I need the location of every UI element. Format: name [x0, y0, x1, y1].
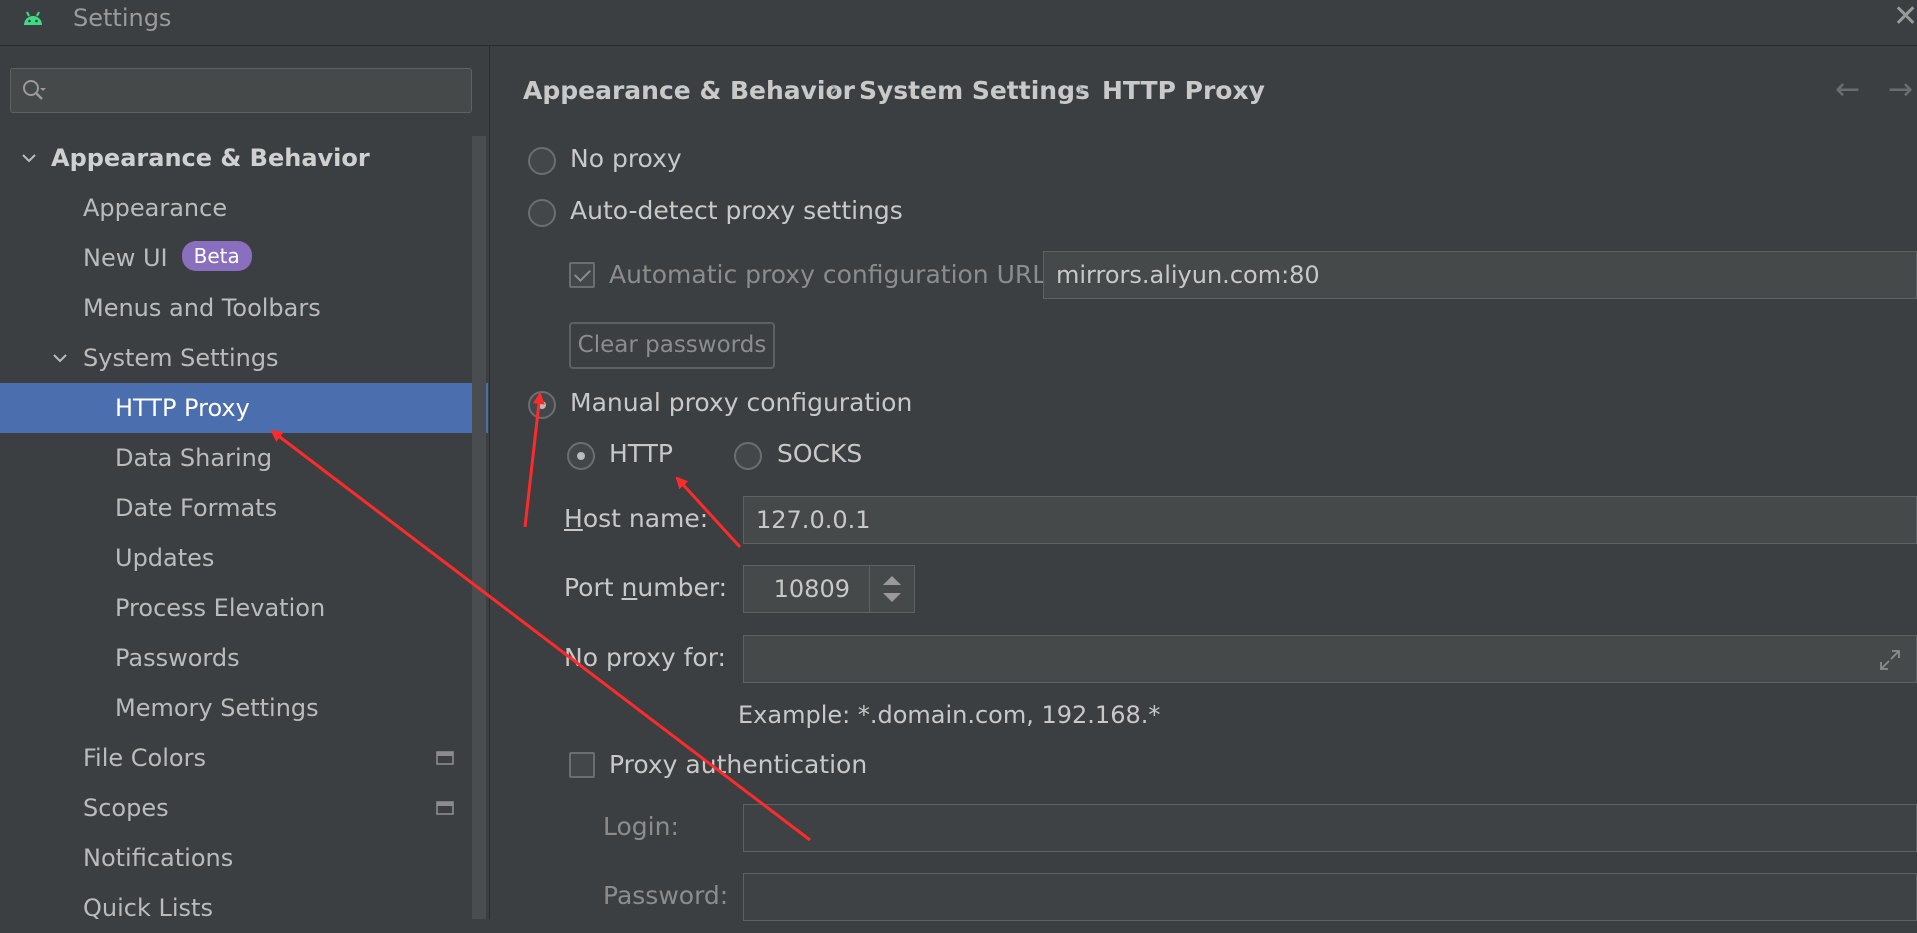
sidebar-item-label: Updates — [115, 544, 215, 572]
manual-proxy-radio[interactable] — [528, 391, 556, 419]
sidebar-item-label: Quick Lists — [83, 894, 213, 922]
manual-proxy-label: Manual proxy configuration — [570, 388, 913, 417]
no-proxy-example: Example: *.domain.com, 192.168.* — [738, 701, 1161, 729]
sidebar-item-label: HTTP Proxy — [115, 394, 250, 422]
project-level-icon — [436, 751, 454, 765]
http-label: HTTP — [609, 439, 673, 468]
port-number-value: 10809 — [773, 575, 850, 603]
close-icon[interactable]: ✕ — [1893, 2, 1917, 32]
login-label: Login: — [603, 812, 679, 841]
breadcrumb-item: HTTP Proxy — [1102, 76, 1265, 105]
forward-arrow-icon[interactable]: → — [1888, 72, 1913, 107]
sidebar-item-system-settings[interactable]: System Settings — [0, 333, 489, 383]
sidebar-item-http-proxy[interactable]: HTTP Proxy — [0, 383, 488, 433]
login-input[interactable] — [743, 804, 1917, 852]
breadcrumb-item[interactable]: Appearance & Behavior — [523, 76, 855, 105]
sidebar-item-label: Data Sharing — [115, 444, 273, 472]
sidebar-item-memory-settings[interactable]: Memory Settings — [0, 683, 489, 733]
password-label: Password: — [603, 881, 729, 910]
sidebar-item-label: Process Elevation — [115, 594, 326, 622]
expand-icon[interactable] — [1878, 648, 1902, 672]
settings-sidebar: Appearance & Behavior Appearance New UI B… — [0, 46, 490, 922]
sidebar-item-label: New UI — [83, 244, 168, 272]
back-arrow-icon[interactable]: ← — [1835, 72, 1860, 107]
sidebar-item-quick-lists[interactable]: Quick Lists — [0, 883, 489, 933]
sidebar-item-updates[interactable]: Updates — [0, 533, 489, 583]
socks-label: SOCKS — [777, 439, 863, 468]
sidebar-item-menus-toolbars[interactable]: Menus and Toolbars — [0, 283, 489, 333]
breadcrumb-item[interactable]: System Settings — [859, 76, 1090, 105]
socks-radio[interactable] — [734, 442, 762, 470]
chevron-down-icon — [53, 354, 67, 363]
search-box[interactable] — [10, 68, 472, 113]
auto-url-input[interactable]: mirrors.aliyun.com:80 — [1043, 251, 1917, 299]
sidebar-item-appearance-behavior[interactable]: Appearance & Behavior — [0, 133, 489, 183]
stepper-arrows-icon[interactable] — [869, 566, 914, 612]
password-input[interactable] — [743, 873, 1917, 921]
sidebar-item-label: Scopes — [83, 794, 169, 822]
chevron-down-icon — [22, 154, 36, 163]
android-icon — [24, 11, 42, 25]
http-proxy-panel: Appearance & Behavior › System Settings … — [490, 46, 1917, 921]
search-icon — [23, 80, 46, 100]
sidebar-item-label: System Settings — [83, 344, 279, 372]
sidebar-item-notifications[interactable]: Notifications — [0, 833, 489, 883]
clear-passwords-button[interactable]: Clear passwords — [569, 322, 775, 369]
window-title: Settings — [73, 4, 172, 32]
sidebar-item-label: Passwords — [115, 644, 240, 672]
auto-detect-label: Auto-detect proxy settings — [570, 196, 903, 225]
sidebar-item-date-formats[interactable]: Date Formats — [0, 483, 489, 533]
no-proxy-label: No proxy — [570, 144, 682, 173]
no-proxy-for-input[interactable] — [743, 635, 1917, 683]
proxy-auth-checkbox[interactable] — [569, 752, 595, 778]
sidebar-item-scopes[interactable]: Scopes — [0, 783, 489, 833]
sidebar-item-label: Appearance — [83, 194, 228, 222]
auto-url-checkbox[interactable] — [569, 262, 595, 288]
breadcrumb-separator: › — [1076, 77, 1085, 102]
sidebar-item-label: File Colors — [83, 744, 206, 772]
sidebar-item-new-ui[interactable]: New UI Beta — [0, 233, 489, 283]
sidebar-item-label: Date Formats — [115, 494, 278, 522]
sidebar-item-passwords[interactable]: Passwords — [0, 633, 489, 683]
host-name-input[interactable]: 127.0.0.1 — [743, 496, 1917, 544]
auto-url-label: Automatic proxy configuration URL: — [609, 260, 1055, 289]
sidebar-item-label: Memory Settings — [115, 694, 319, 722]
search-input[interactable] — [55, 75, 459, 107]
sidebar-item-appearance[interactable]: Appearance — [0, 183, 489, 233]
no-proxy-radio[interactable] — [528, 147, 556, 175]
sidebar-item-process-elevation[interactable]: Process Elevation — [0, 583, 489, 633]
title-bar: Settings ✕ — [0, 0, 1917, 46]
sidebar-item-label: Appearance & Behavior — [51, 144, 370, 172]
host-name-label: Host name: — [564, 504, 709, 533]
http-radio[interactable] — [567, 442, 595, 470]
port-number-stepper[interactable]: 10809 — [743, 565, 915, 613]
project-level-icon — [436, 801, 454, 815]
proxy-auth-label: Proxy authentication — [609, 750, 868, 779]
sidebar-item-file-colors[interactable]: File Colors — [0, 733, 489, 783]
sidebar-item-data-sharing[interactable]: Data Sharing — [0, 433, 489, 483]
beta-badge: Beta — [181, 241, 252, 271]
auto-detect-radio[interactable] — [528, 199, 556, 227]
no-proxy-for-label: No proxy for: — [564, 643, 726, 672]
breadcrumb-separator: › — [830, 77, 839, 102]
sidebar-scrollbar[interactable] — [472, 136, 486, 919]
sidebar-item-label: Menus and Toolbars — [83, 294, 321, 322]
sidebar-item-label: Notifications — [83, 844, 234, 872]
port-number-label: Port number: — [564, 573, 728, 602]
